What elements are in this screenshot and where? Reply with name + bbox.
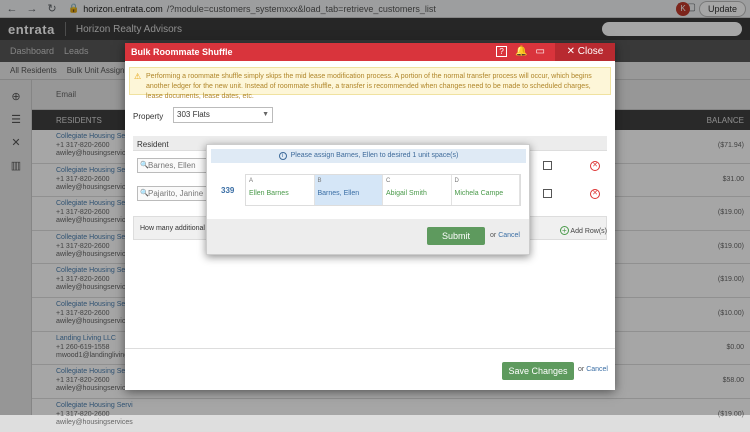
space-letter: B	[317, 178, 322, 184]
plus-icon: +	[559, 226, 569, 235]
search-icon: 🔍	[140, 162, 149, 169]
assign-info-text: Please assign Barnes, Ellen to desired 1…	[290, 152, 459, 159]
chevron-down-icon: ▼	[262, 111, 269, 118]
unit-grid-icon[interactable]	[543, 189, 552, 198]
space-letter: C	[386, 178, 391, 184]
resident-value-2: Pajarito, Janine	[148, 189, 204, 198]
modal-header: Bulk Roommate Shuffle ? 🔔 ▭ ✕ Close	[125, 43, 615, 61]
modal-footer: Save Changes or Cancel	[125, 348, 615, 390]
unit-space-c[interactable]: C Abigail Smith	[383, 175, 452, 205]
property-label: Property	[133, 112, 164, 121]
chat-icon[interactable]: ▭	[536, 46, 545, 57]
remove-icon[interactable]: ✕	[590, 189, 600, 199]
resident-value-1: Barnes, Ellen	[148, 161, 196, 170]
space-occupant: Abigail Smith	[386, 190, 427, 197]
remove-icon[interactable]: ✕	[590, 161, 600, 171]
search-icon: 🔍	[140, 190, 149, 197]
or-text: or	[578, 366, 585, 373]
warning-icon: ⚠	[134, 72, 142, 81]
popup-cancel: or Cancel	[490, 232, 520, 239]
add-rows-button[interactable]: + Add Row(s)	[559, 226, 607, 235]
unit-spaces: A Ellen Barnes B Barnes, Ellen C Abigail Smit…	[245, 174, 521, 206]
modal-cancel: or Cancel	[578, 366, 608, 373]
additional-rows-text: How many additional ro	[140, 225, 214, 232]
warning-banner: ⚠ Performing a roommate shuffle simply s…	[129, 67, 611, 100]
property-select[interactable]: 303 Flats ▼	[173, 107, 273, 123]
unit-grid-icon[interactable]	[543, 161, 552, 170]
modal-title: Bulk Roommate Shuffle	[131, 47, 233, 57]
or-text: or	[490, 232, 497, 239]
resident-input-2[interactable]: 🔍 Pajarito, Janine	[137, 186, 213, 201]
close-label: Close	[577, 46, 604, 57]
info-icon: i	[278, 152, 287, 160]
cancel-link[interactable]: Cancel	[498, 232, 520, 239]
unit-space-popup: i Please assign Barnes, Ellen to desired …	[206, 144, 530, 255]
warning-text: Performing a roommate shuffle simply ski…	[146, 73, 592, 100]
help-icon[interactable]: ?	[496, 46, 508, 57]
space-occupant: Ellen Barnes	[249, 190, 289, 197]
bell-icon[interactable]: 🔔	[515, 46, 527, 57]
save-changes-button[interactable]: Save Changes	[502, 362, 574, 380]
assign-info-banner: i Please assign Barnes, Ellen to desired …	[211, 149, 526, 163]
resident-email: awiley@housingservices	[56, 418, 133, 426]
popup-footer: Submit or Cancel	[207, 219, 529, 254]
unit-space-b[interactable]: B Barnes, Ellen	[314, 175, 383, 205]
space-letter: A	[249, 178, 254, 184]
add-rows-label: Add Row(s)	[570, 228, 607, 235]
modal-header-icons: ? 🔔 ▭	[496, 46, 545, 57]
unit-number: 339	[221, 186, 235, 195]
close-button[interactable]: ✕ Close	[555, 43, 615, 61]
resident-input-1[interactable]: 🔍 Barnes, Ellen	[137, 158, 213, 173]
space-letter: D	[454, 178, 459, 184]
unit-space-a[interactable]: A Ellen Barnes	[246, 175, 315, 205]
property-value: 303 Flats	[177, 110, 210, 119]
unit-space-d[interactable]: D Michela Campe	[452, 175, 520, 205]
cancel-link[interactable]: Cancel	[586, 366, 608, 373]
space-occupant: Michela Campe	[454, 190, 504, 197]
submit-button[interactable]: Submit	[427, 227, 485, 245]
space-occupant: Barnes, Ellen	[317, 190, 360, 197]
